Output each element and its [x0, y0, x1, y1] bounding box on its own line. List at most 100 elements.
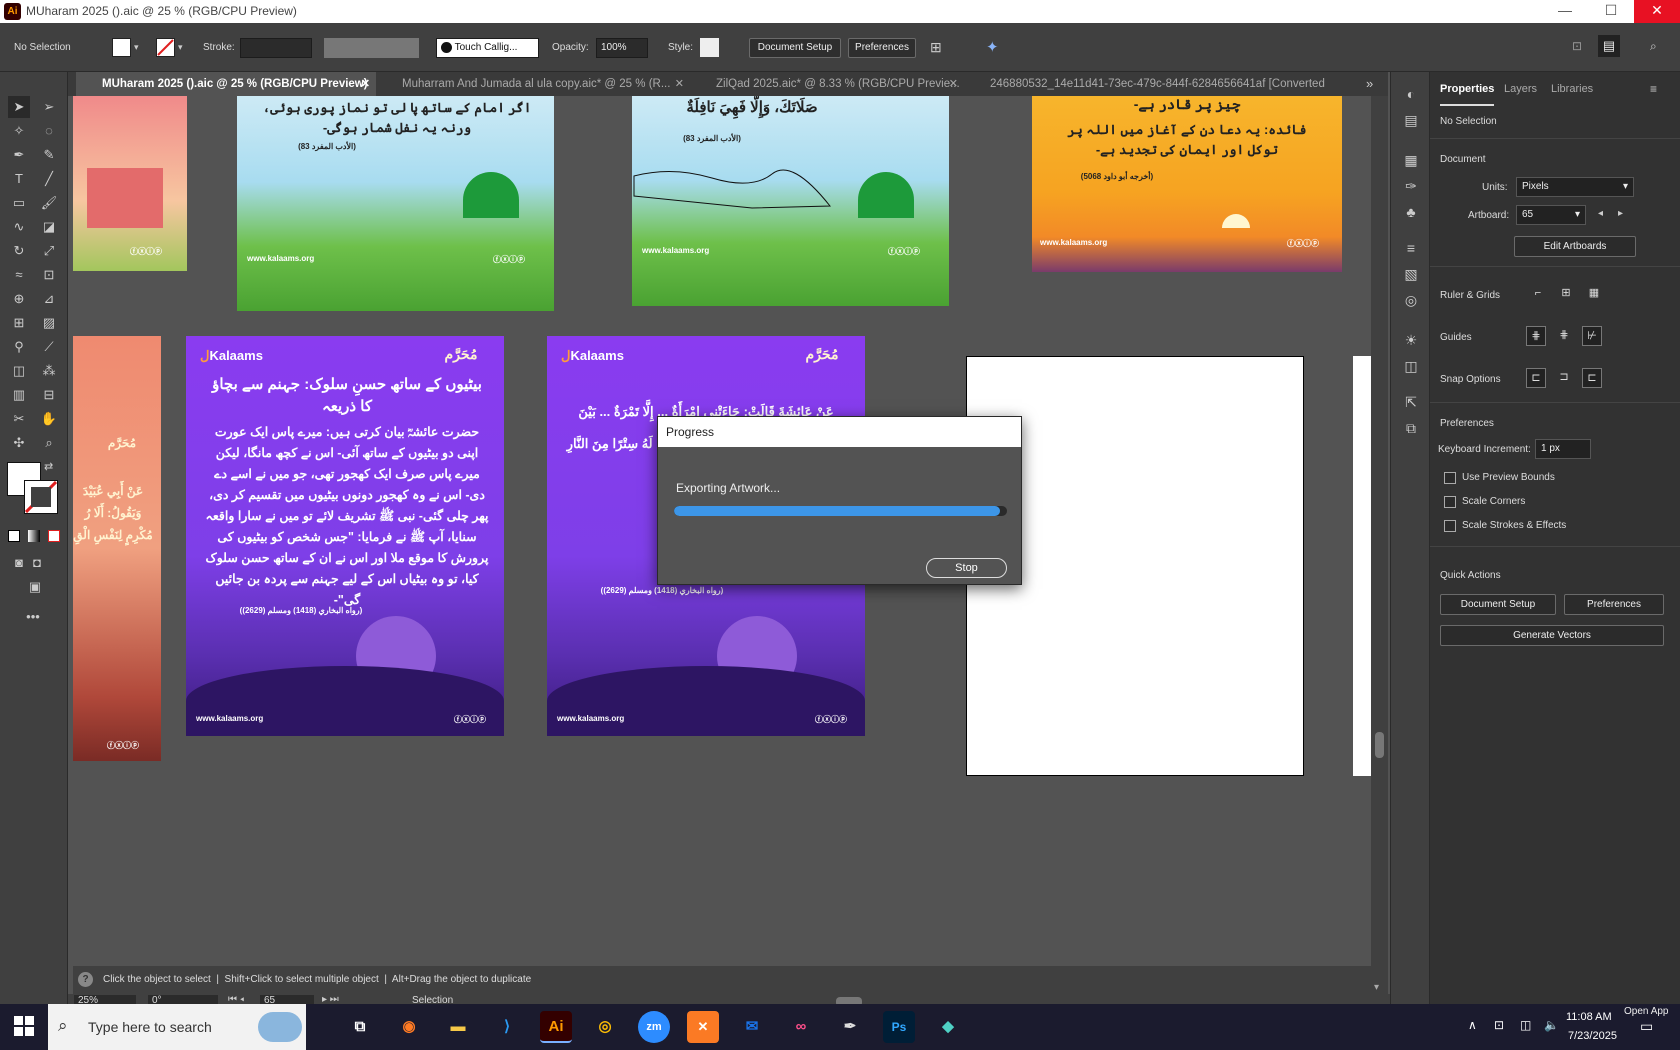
puppet-warp-icon[interactable]: ✣ [8, 432, 30, 454]
open-app-label[interactable]: Open App [1624, 1006, 1668, 1017]
maximize-button[interactable]: ☐ [1588, 0, 1634, 23]
tray-chevron-icon[interactable]: ∧ [1468, 1018, 1477, 1032]
smart-guides-icon[interactable]: ⊬ [1582, 326, 1602, 346]
artboard-left-partial[interactable]: مُحَرَّم عَنْ أَبِي عُبَيْدَ وَيَقُولُ: … [73, 336, 161, 761]
arrange-icon[interactable]: ⊞ [930, 39, 942, 56]
tab-muharam-2025[interactable]: MUharam 2025 ().aic @ 25 % (RGB/CPU Prev… [76, 72, 376, 96]
prev-artboard-icon[interactable]: ◂ [1598, 208, 1603, 219]
app-icon[interactable]: ◆ [932, 1011, 964, 1043]
paintbrush-icon[interactable]: 🖌 [38, 192, 60, 214]
appearance-icon[interactable]: ☀ [1401, 330, 1421, 350]
brush-stroke-path[interactable] [632, 166, 832, 226]
edit-artboards-button[interactable]: Edit Artboards [1514, 236, 1636, 257]
document-icon[interactable]: ▤ [1401, 110, 1421, 130]
outlook-icon[interactable]: ✉ [736, 1011, 768, 1043]
graphic-styles-icon[interactable]: ◫ [1401, 356, 1421, 376]
draw-behind-icon[interactable]: ◘ [26, 552, 48, 574]
selection-tool-icon[interactable]: ➤ [8, 96, 30, 118]
scroll-down-icon[interactable]: ▾ [1374, 982, 1379, 993]
transparency-grid-icon[interactable]: ▦ [1584, 284, 1604, 304]
variable-width-profile[interactable] [324, 38, 419, 58]
tab-properties[interactable]: Properties [1440, 72, 1495, 106]
minimize-button[interactable]: — [1542, 0, 1588, 23]
shape-builder-icon[interactable]: ⊕ [8, 288, 30, 310]
snap-point-icon[interactable]: ⊏ [1526, 368, 1546, 388]
artboards-icon[interactable]: ⧉ [1401, 418, 1421, 438]
scale-strokes-checkbox[interactable] [1444, 520, 1456, 532]
file-explorer-icon[interactable]: ▬ [442, 1011, 474, 1043]
network-icon[interactable]: ⊡ [1494, 1018, 1504, 1032]
symbol-sprayer-icon[interactable]: ⁂ [38, 360, 60, 382]
next-artboard-icon[interactable]: ▸ [1618, 208, 1623, 219]
chrome-icon[interactable]: ◎ [589, 1011, 621, 1043]
tab-converted-file[interactable]: 246880532_14e11d41-73ec-479c-844f-628465… [964, 72, 1340, 96]
eraser-icon[interactable]: ◪ [38, 216, 60, 238]
task-view-icon[interactable]: ⧉ [344, 1011, 376, 1043]
grid-icon[interactable]: ⊞ [1556, 284, 1576, 304]
firefox-icon[interactable]: ◉ [393, 1011, 425, 1043]
artboard-pink-building[interactable]: ⓕⓧⓘⓟ [73, 96, 187, 271]
quick-document-setup-button[interactable]: Document Setup [1440, 594, 1556, 615]
artboard-arabic-prayer[interactable]: صَلَاتَكَ، وَإِلَّا فَهِيَ نَافِلَةٌ (ال… [632, 96, 949, 306]
curvature-tool-icon[interactable]: ✎ [38, 144, 60, 166]
scale-corners-checkbox[interactable] [1444, 496, 1456, 508]
chevron-down-icon[interactable]: ▾ [178, 42, 183, 53]
blend-tool-icon[interactable]: ◫ [8, 360, 30, 382]
direct-selection-tool-icon[interactable]: ➢ [38, 96, 60, 118]
artboard-daughters-urdu[interactable]: لKalaams مُحَرَّم بیٹیوں کے ساتھ حسنِ سل… [186, 336, 504, 736]
brushes-icon[interactable]: ✑ [1401, 176, 1421, 196]
more-tools-icon[interactable]: ••• [22, 606, 44, 628]
taskbar-search[interactable]: ⌕ Type here to search [48, 1004, 306, 1050]
vertical-scrollbar[interactable]: ▾ [1371, 96, 1388, 996]
clock-date[interactable]: 7/23/2025 [1568, 1030, 1617, 1042]
pen-tool-icon[interactable]: ✒ [8, 144, 30, 166]
generate-vectors-button[interactable]: Generate Vectors [1440, 625, 1664, 646]
close-tab-icon[interactable]: ✕ [949, 72, 958, 96]
eyedropper-icon[interactable]: ⚲ [8, 336, 30, 358]
artboard-sunset-dua[interactable]: چیز پر قادر ہے- فائدہ: یہ دعا دن کے آغاز… [1032, 96, 1342, 272]
pen-app-icon[interactable]: ✒ [834, 1011, 866, 1043]
swatches-icon[interactable]: ▦ [1401, 150, 1421, 170]
scroll-thumb[interactable] [1375, 732, 1384, 758]
magic-wand-icon[interactable]: ✧ [8, 120, 30, 142]
tab-muharram-jumada[interactable]: Muharram And Jumada al ula copy.aic* @ 2… [376, 72, 690, 96]
notifications-icon[interactable]: ▭ [1640, 1018, 1653, 1035]
windows-start-icon[interactable] [14, 1016, 34, 1036]
close-tab-icon[interactable]: ✕ [361, 72, 370, 96]
color-mode-icon[interactable] [8, 530, 20, 542]
guides-show-icon[interactable]: ⋕ [1526, 326, 1546, 346]
symbols-icon[interactable]: ♣ [1401, 202, 1421, 222]
ruler-icon[interactable]: ⌐ [1528, 284, 1548, 304]
zoom-tool-icon[interactable]: ⌕ [38, 432, 60, 454]
warp-tool-icon[interactable]: ≈ [8, 264, 30, 286]
tab-layers[interactable]: Layers [1504, 72, 1537, 106]
search-icon[interactable]: ⌕ [1650, 39, 1657, 54]
none-mode-icon[interactable] [48, 530, 60, 542]
stop-button[interactable]: Stop [926, 558, 1007, 578]
rectangle-tool-icon[interactable]: ▭ [8, 192, 30, 214]
stroke-swatch[interactable] [156, 38, 175, 57]
tab-libraries[interactable]: Libraries [1551, 72, 1593, 106]
xampp-icon[interactable]: ✕ [687, 1011, 719, 1043]
export-icon[interactable]: ⇱ [1401, 392, 1421, 412]
gradient-mode-icon[interactable] [28, 530, 40, 542]
perspective-grid-icon[interactable]: ⊿ [38, 288, 60, 310]
panel-menu-icon[interactable]: ≡ [1650, 82, 1657, 96]
workspace-icon[interactable]: ⊡ [1572, 39, 1582, 53]
screen-mode-icon[interactable]: ▣ [24, 576, 46, 598]
document-setup-button[interactable]: Document Setup [749, 38, 841, 58]
hand-tool-icon[interactable]: ✋ [38, 408, 60, 430]
opacity-field[interactable]: 100% [596, 38, 648, 58]
close-button[interactable]: ✕ [1634, 0, 1680, 23]
mesh-tool-icon[interactable]: ⊞ [8, 312, 30, 334]
keyboard-increment-field[interactable]: 1 px [1535, 439, 1591, 459]
gradient-icon[interactable]: ▧ [1401, 264, 1421, 284]
photoshop-icon[interactable]: Ps [883, 1011, 915, 1043]
wifi-icon[interactable]: ◫ [1520, 1018, 1531, 1032]
stroke-weight-field[interactable] [240, 38, 312, 58]
swap-colors-icon[interactable]: ⇄ [44, 460, 53, 473]
artboard-dropdown[interactable]: 65 ▾ [1516, 205, 1586, 225]
creative-cloud-icon[interactable]: ∞ [785, 1011, 817, 1043]
artboard-tool-icon[interactable]: ⊟ [38, 384, 60, 406]
fill-swatch[interactable] [112, 38, 131, 57]
